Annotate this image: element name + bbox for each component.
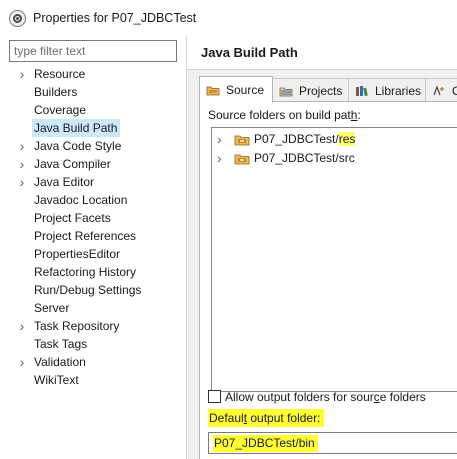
tab-libraries[interactable]: Libraries	[348, 78, 426, 102]
source-folder-label: P07_JDBCTest/res	[254, 132, 356, 146]
chevron-right-icon[interactable]: ›	[17, 137, 27, 155]
source-folders-label: Source folders on build path:	[208, 108, 361, 122]
nav-item-javadoc-location[interactable]: Javadoc Location	[0, 191, 186, 209]
source-folder-row[interactable]: › P07_JDBCTest/res	[212, 130, 457, 148]
source-folder-label: P07_JDBCTest/src	[254, 151, 355, 165]
nav-item-java-code-style[interactable]: › Java Code Style	[0, 137, 186, 155]
nav-item-label: Task Tags	[34, 337, 88, 351]
nav-item-coverage[interactable]: Coverage	[0, 101, 186, 119]
tab-order-and-export[interactable]: O	[425, 78, 457, 102]
source-tab-panel: Source folders on build path: › P07_JDBCT…	[199, 101, 457, 459]
nav-item-wikitext[interactable]: WikiText	[0, 371, 186, 389]
nav-item-label: Server	[34, 301, 70, 315]
nav-item-builders[interactable]: Builders	[0, 83, 186, 101]
content-pane: Java Build Path Source Projects Librarie…	[187, 36, 457, 459]
nav-item-project-facets[interactable]: Project Facets	[0, 209, 186, 227]
chevron-right-icon[interactable]: ›	[17, 155, 27, 173]
nav-item-label: Run/Debug Settings	[34, 283, 142, 297]
tab-projects-label: Projects	[299, 83, 343, 98]
nav-item-label: Project References	[34, 229, 137, 243]
libraries-icon	[355, 85, 369, 97]
chevron-right-icon[interactable]: ›	[17, 353, 27, 371]
chevron-right-icon[interactable]: ›	[217, 130, 222, 148]
nav-item-label: WikiText	[34, 373, 79, 387]
nav-item-label: Java Build Path	[32, 119, 121, 137]
window-title: Properties for P07_JDBCTest	[33, 11, 197, 25]
nav-item-label: Builders	[34, 85, 78, 99]
page-header: Java Build Path	[187, 36, 457, 70]
default-output-folder-label: Default output folder:	[208, 409, 325, 427]
package-folder-icon	[234, 152, 250, 165]
nav-item-propertieseditor[interactable]: PropertiesEditor	[0, 245, 186, 263]
package-folder-icon	[234, 133, 250, 146]
nav-item-task-repository[interactable]: › Task Repository	[0, 317, 186, 335]
source-folder-icon	[206, 84, 220, 96]
nav-item-java-editor[interactable]: › Java Editor	[0, 173, 186, 191]
tab-strip: Source Projects Libraries O	[199, 76, 457, 103]
nav-item-validation[interactable]: › Validation	[0, 353, 186, 371]
order-export-icon	[432, 84, 446, 97]
nav-item-label: Javadoc Location	[34, 193, 128, 207]
chevron-right-icon[interactable]: ›	[17, 65, 27, 83]
source-folder-row[interactable]: › P07_JDBCTest/src	[212, 149, 457, 167]
nav-item-label: Java Compiler	[34, 157, 111, 171]
source-folder-tree[interactable]: › P07_JDBCTest/res › P07_JDBCTest/src	[211, 127, 457, 392]
tab-source-label: Source	[226, 83, 265, 97]
nav-item-task-tags[interactable]: Task Tags	[0, 335, 186, 353]
chevron-right-icon[interactable]: ›	[17, 317, 27, 335]
nav-item-label: Coverage	[34, 103, 87, 117]
tab-projects[interactable]: Projects	[272, 78, 349, 102]
chevron-right-icon[interactable]: ›	[17, 173, 27, 191]
nav-item-label: PropertiesEditor	[34, 247, 121, 261]
tab-source[interactable]: Source	[199, 76, 273, 103]
tab-libraries-label: Libraries	[375, 83, 422, 98]
nav-item-java-compiler[interactable]: › Java Compiler	[0, 155, 186, 173]
nav-item-label: Java Editor	[34, 175, 95, 189]
nav-item-resource[interactable]: › Resource	[0, 65, 186, 83]
nav-item-java-build-path[interactable]: Java Build Path	[0, 119, 186, 137]
chevron-right-icon[interactable]: ›	[217, 149, 222, 167]
tab-order-label: O	[452, 83, 457, 98]
projects-icon	[279, 85, 293, 97]
nav-item-server[interactable]: Server	[0, 299, 186, 317]
nav-pane: › Resource Builders Coverage Java Build Path…	[0, 36, 186, 459]
nav-item-label: Project Facets	[34, 211, 111, 225]
nav-item-label: Refactoring History	[34, 265, 137, 279]
allow-output-folders-label: Allow output folders for source folders	[225, 390, 426, 404]
nav-item-project-references[interactable]: Project References	[0, 227, 186, 245]
page-title: Java Build Path	[201, 45, 298, 60]
nav-item-label: Java Code Style	[34, 139, 122, 153]
eclipse-icon	[9, 10, 26, 27]
nav-item-refactoring-history[interactable]: Refactoring History	[0, 263, 186, 281]
nav-tree: › Resource Builders Coverage Java Build Path…	[0, 65, 186, 389]
default-output-folder-value: P07_JDBCTest/bin	[213, 435, 318, 452]
title-bar: Properties for P07_JDBCTest	[0, 0, 457, 36]
allow-output-folders-checkbox[interactable]	[208, 390, 221, 403]
nav-item-label: Resource	[34, 67, 86, 81]
nav-item-run-debug-settings[interactable]: Run/Debug Settings	[0, 281, 186, 299]
nav-item-label: Task Repository	[34, 319, 120, 333]
filter-input[interactable]	[9, 40, 177, 62]
nav-item-label: Validation	[34, 355, 86, 369]
default-output-folder-field[interactable]: P07_JDBCTest/bin	[208, 432, 457, 454]
